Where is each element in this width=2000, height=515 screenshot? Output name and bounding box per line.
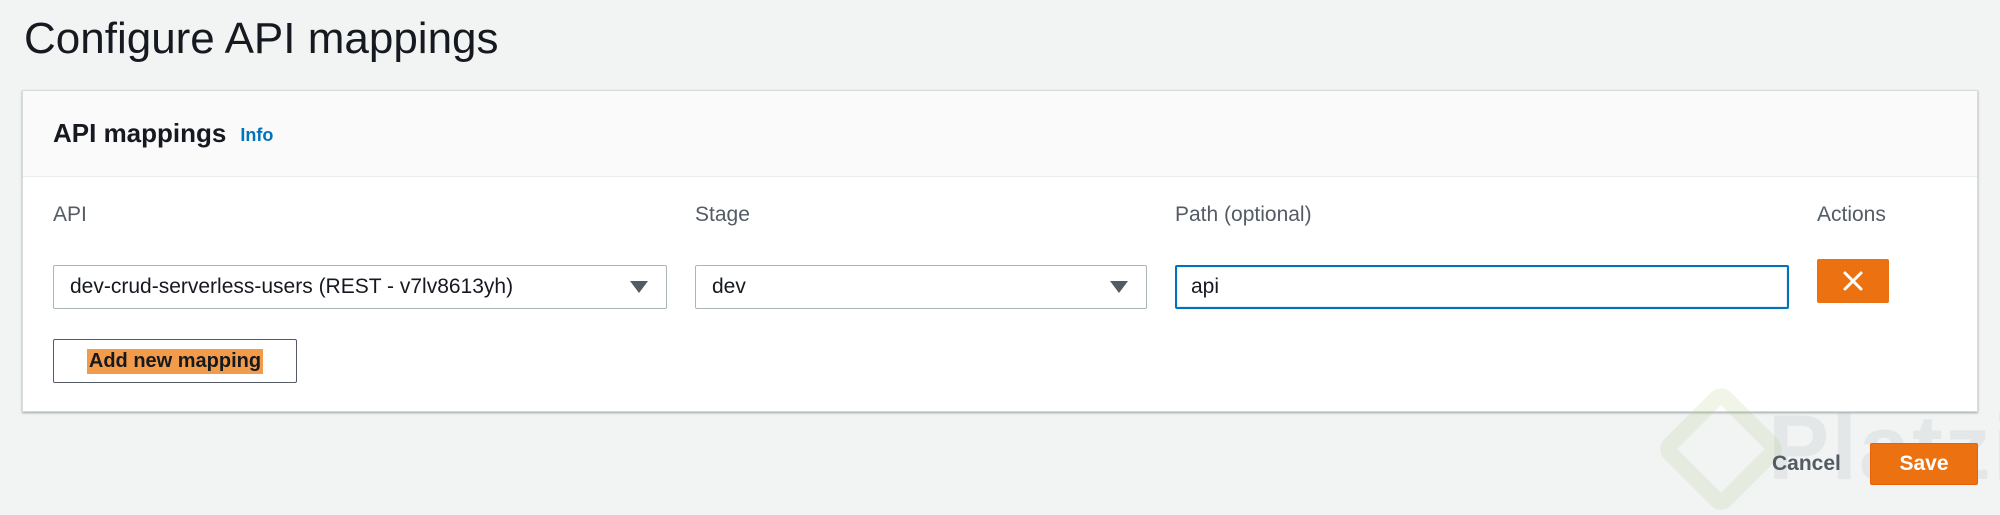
api-select-value: dev-crud-serverless-users (REST - v7lv86… [70,275,514,298]
add-new-mapping-button[interactable]: Add new mapping [53,339,297,383]
stage-select-value: dev [712,275,746,298]
page-title: Configure API mappings [24,14,499,63]
panel-header: API mappings Info [23,91,1977,177]
panel-title: API mappings [53,118,227,148]
add-new-mapping-label: Add new mapping [86,348,264,374]
path-input[interactable] [1175,265,1789,309]
info-link[interactable]: Info [240,125,273,146]
api-select[interactable]: dev-crud-serverless-users (REST - v7lv86… [53,265,667,309]
api-mappings-panel: API mappings Info API Stage Path (option… [22,90,1978,412]
caret-down-icon [630,281,648,293]
actions-column-label: Actions [1817,203,1886,226]
close-icon [1843,271,1863,291]
stage-column-label: Stage [695,203,750,226]
caret-down-icon [1110,281,1128,293]
path-column-label: Path (optional) [1175,203,1312,226]
stage-select[interactable]: dev [695,265,1147,309]
remove-mapping-button[interactable] [1817,259,1889,303]
cancel-button[interactable]: Cancel [1766,444,1847,484]
api-column-label: API [53,203,87,226]
save-button[interactable]: Save [1870,443,1978,485]
